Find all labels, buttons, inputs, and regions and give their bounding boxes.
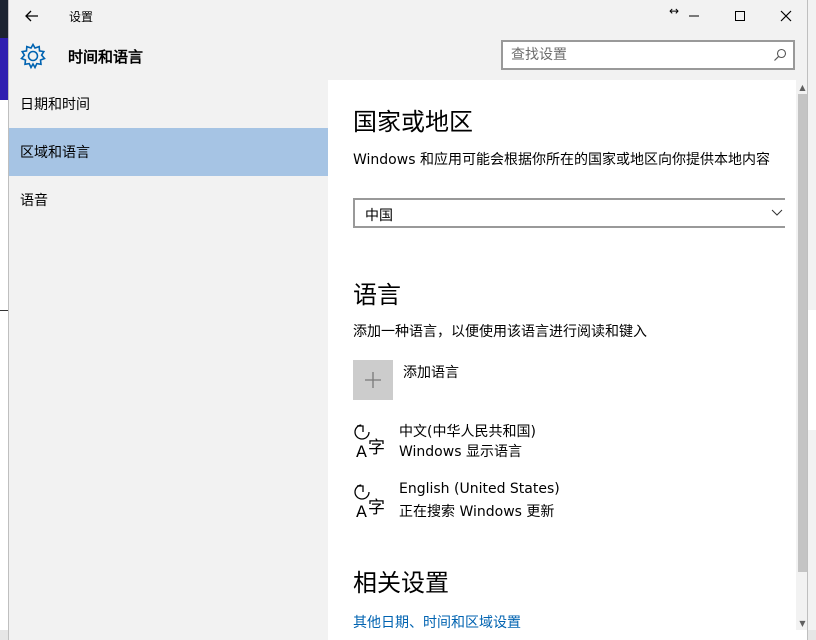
back-arrow-icon [25, 10, 38, 22]
desktop-tile [808, 310, 816, 430]
country-dropdown[interactable]: 中国 [353, 198, 785, 228]
scroll-down-arrow-icon[interactable]: ▼ [796, 616, 807, 630]
related-settings-heading: 相关设置 [353, 569, 449, 597]
language-description: 添加一种语言，以便使用该语言进行阅读和键入 [353, 324, 647, 340]
country-selected-value: 中国 [365, 208, 393, 224]
window-title: 设置 [69, 10, 94, 24]
search-input[interactable] [511, 46, 761, 64]
settings-header: 时间和语言 [9, 32, 807, 80]
maximize-button[interactable] [717, 0, 763, 32]
svg-text:字: 字 [368, 498, 385, 518]
gear-icon [20, 42, 46, 70]
language-item-english[interactable]: A 字 English (United States) 正在搜索 Windows… [353, 481, 793, 525]
language-icon: A 字 [354, 424, 385, 461]
content-pane: 国家或地区 Windows 和应用可能会根据你所在的国家或地区向你提供本地内容 … [328, 80, 795, 640]
svg-text:A: A [356, 502, 367, 521]
close-button[interactable] [763, 0, 807, 32]
back-button[interactable] [21, 6, 43, 26]
language-name: 中文(中华人民共和国) [399, 424, 536, 440]
scroll-thumb[interactable] [798, 94, 807, 572]
language-item-chinese[interactable]: A 字 中文(中华人民共和国) Windows 显示语言 [353, 421, 793, 465]
search-icon[interactable] [773, 48, 787, 62]
sidebar-item-label: 日期和时间 [20, 97, 90, 113]
desktop-tile [0, 310, 8, 371]
page-title: 时间和语言 [68, 48, 144, 66]
language-status: 正在搜索 Windows 更新 [399, 504, 555, 520]
region-heading: 国家或地区 [353, 108, 473, 136]
desktop-background-left [0, 0, 8, 640]
close-icon [780, 10, 792, 22]
sidebar-nav: 日期和时间 区域和语言 语音 [9, 80, 328, 640]
sidebar-item-label: 区域和语言 [20, 145, 90, 161]
maximize-icon [735, 11, 745, 21]
add-box [353, 360, 393, 400]
add-language-label: 添加语言 [403, 365, 459, 381]
plus-icon [365, 372, 381, 388]
content-scrollbar[interactable]: ▲ ▼ [796, 80, 807, 630]
svg-text:字: 字 [368, 438, 385, 458]
chevron-down-icon [771, 209, 783, 216]
desktop-tile [0, 0, 8, 38]
sidebar-item-region-language[interactable]: 区域和语言 [9, 128, 328, 176]
language-name: English (United States) [399, 481, 560, 497]
desktop-tile [0, 38, 8, 100]
sidebar-item-date-time[interactable]: 日期和时间 [9, 80, 328, 128]
sidebar-item-speech[interactable]: 语音 [9, 176, 328, 224]
language-heading: 语言 [353, 281, 401, 309]
additional-date-time-region-link[interactable]: 其他日期、时间和区域设置 [353, 612, 521, 632]
scroll-up-arrow-icon[interactable]: ▲ [796, 80, 807, 94]
language-status: Windows 显示语言 [399, 444, 522, 460]
minimize-button[interactable] [671, 0, 717, 32]
title-bar: 设置 ↔ [9, 0, 807, 32]
svg-text:A: A [356, 442, 367, 461]
minimize-icon [689, 15, 699, 17]
language-icon: A 字 [354, 484, 385, 521]
region-description: Windows 和应用可能会根据你所在的国家或地区向你提供本地内容 [353, 152, 770, 168]
sidebar-item-label: 语音 [20, 193, 48, 209]
settings-window: 设置 ↔ 时间和语言 日期和时间 [8, 0, 808, 640]
search-box[interactable] [501, 40, 795, 70]
desktop-background-right [808, 0, 816, 640]
